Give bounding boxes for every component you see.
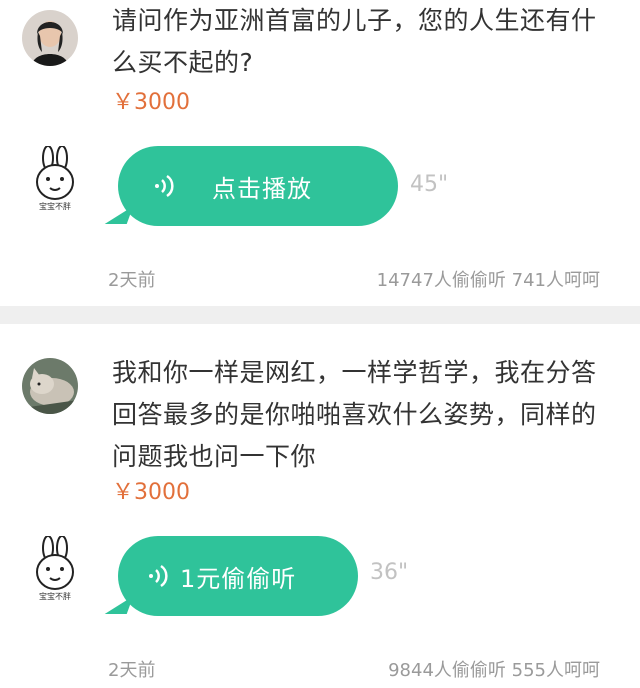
question-card-2[interactable]: 我和你一样是网红，一样学哲学，我在分答回答最多的是你啪啪喜欢什么姿势，同样的问题… xyxy=(0,324,640,688)
rabbit-icon xyxy=(36,535,74,590)
question-price: ￥3000 xyxy=(112,480,190,505)
listen-label: 1元偷偷听 xyxy=(180,564,297,593)
person-avatar-icon xyxy=(22,10,78,66)
sound-wave-icon xyxy=(149,564,168,588)
play-label: 点击播放 xyxy=(212,174,312,203)
audio-duration: 36" xyxy=(370,560,409,585)
listen-stats: 14747人偷偷听 741人呵呵 xyxy=(376,270,600,291)
listen-button[interactable]: 1元偷偷听 xyxy=(118,536,358,616)
question-card-1[interactable]: 请问作为亚洲首富的儿子，您的人生还有什么买不起的? ￥3000 宝宝不胖 点击播… xyxy=(0,0,640,306)
audio-bubble[interactable]: 1元偷偷听 xyxy=(104,536,358,616)
post-time: 2天前 xyxy=(108,660,156,681)
post-time: 2天前 xyxy=(108,270,156,291)
question-text: 我和你一样是网红，一样学哲学，我在分答回答最多的是你啪啪喜欢什么姿势，同样的问题… xyxy=(112,358,597,471)
card-separator xyxy=(0,306,640,324)
listen-stats: 9844人偷偷听 555人呵呵 xyxy=(388,660,600,681)
answerer-name: 宝宝不胖 xyxy=(39,592,71,601)
question-price: ￥3000 xyxy=(112,90,190,115)
asker-avatar[interactable] xyxy=(22,10,78,66)
asker-avatar[interactable] xyxy=(22,358,78,414)
answerer-avatar[interactable]: 宝宝不胖 xyxy=(26,535,84,602)
answerer-avatar[interactable]: 宝宝不胖 xyxy=(26,145,84,212)
cat-avatar-icon xyxy=(22,358,78,414)
play-button[interactable]: 点击播放 xyxy=(118,146,398,226)
answerer-name: 宝宝不胖 xyxy=(39,202,71,211)
sound-wave-icon xyxy=(155,174,174,198)
audio-duration: 45" xyxy=(410,172,449,197)
audio-bubble[interactable]: 点击播放 xyxy=(104,146,398,226)
question-text: 请问作为亚洲首富的儿子，您的人生还有什么买不起的? xyxy=(112,6,597,77)
rabbit-icon xyxy=(36,145,74,200)
